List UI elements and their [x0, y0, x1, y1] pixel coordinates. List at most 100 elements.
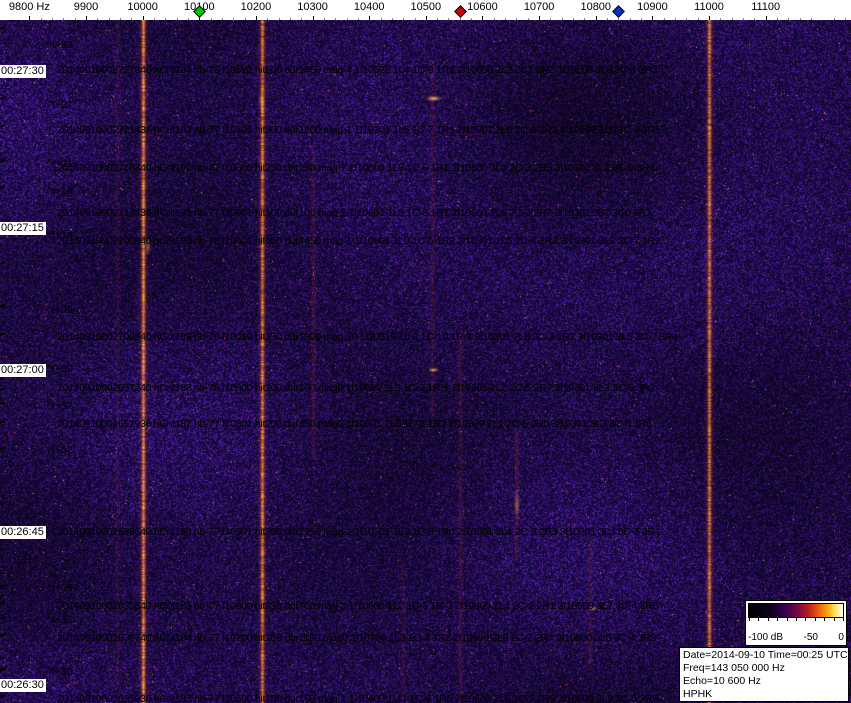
- time-tick-label: 00:27:00: [0, 364, 46, 377]
- db-scale-tick: [805, 618, 807, 621]
- freq-minor-tick: [221, 18, 223, 20]
- freq-tick-label: 10800: [580, 1, 612, 13]
- freq-minor-tick: [165, 18, 167, 20]
- freq-minor-tick: [527, 18, 529, 20]
- db-label-max: 0: [838, 632, 844, 643]
- info-date-time: Date=2014-09-10 Time=00:25 UTC: [683, 649, 848, 661]
- db-scale-ticks: [749, 618, 844, 622]
- freq-minor-tick: [187, 18, 189, 20]
- freq-major-tick: [312, 16, 314, 20]
- freq-major-tick: [142, 16, 144, 20]
- freq-minor-tick: [119, 18, 121, 20]
- db-scale-tick: [786, 618, 788, 621]
- freq-minor-tick: [267, 18, 269, 20]
- freq-tick-label: 10900: [637, 1, 668, 13]
- event-time-tag: ^t+06: [47, 304, 73, 316]
- freq-minor-tick: [448, 18, 450, 20]
- freq-minor-tick: [743, 18, 745, 20]
- detection-record-text: 20140910002630740 hCnt184 nb-77 f10700 h…: [57, 632, 657, 644]
- spectrogram-screen: 9800 Hz990010000101001020010300104001050…: [0, 0, 851, 703]
- time-tick-label: 00:26:45: [0, 526, 46, 539]
- db-scale-tick: [777, 618, 779, 621]
- freq-minor-tick: [357, 18, 359, 20]
- freq-minor-tick: [810, 18, 812, 20]
- event-time-tag: ^t+27: [47, 99, 73, 111]
- freq-tick-label: 11000: [694, 1, 724, 13]
- db-scale-tick: [833, 618, 835, 621]
- time-tick-label: 00:26:30: [0, 679, 46, 692]
- db-scale-tick: [758, 618, 760, 621]
- freq-minor-tick: [97, 18, 99, 20]
- freq-minor-tick: [380, 18, 382, 20]
- detection-record-text: 20140910002727340 hCnt194 nb-76 f10522 h…: [57, 64, 658, 76]
- info-echo-frequency: Echo=10 600 Hz: [683, 675, 761, 687]
- detection-record-text: 20140910002706840 hCnt190 nb-78 f10601 h…: [57, 235, 661, 247]
- freq-minor-tick: [663, 18, 665, 20]
- db-scale-tick: [749, 618, 750, 621]
- db-scale-labels: -100 dB -50 0: [748, 632, 844, 643]
- freq-minor-tick: [40, 18, 42, 20]
- freq-minor-tick: [74, 18, 76, 20]
- detection-record-text: 20140910002652936 hCnt187 nb-77 f10301 h…: [57, 418, 652, 430]
- freq-minor-tick: [686, 18, 688, 20]
- freq-major-tick: [595, 16, 597, 20]
- db-gradient-bar: [748, 603, 844, 618]
- detection-record-text: 20140910002721436 hCnt193 nb-77 f10301 h…: [57, 124, 661, 136]
- detection-record-text: 20140910002657240 hCnt188 nb-78 f10600 h…: [57, 382, 655, 394]
- freq-tick-label: 10700: [523, 1, 555, 13]
- freq-minor-tick: [63, 18, 65, 20]
- freq-major-tick: [369, 16, 371, 20]
- freq-major-tick: [709, 16, 711, 20]
- freq-minor-tick: [176, 18, 178, 20]
- freq-tick-label: 9900: [73, 1, 99, 13]
- freq-minor-tick: [561, 18, 563, 20]
- freq-minor-tick: [607, 18, 609, 20]
- status-info-box: Date=2014-09-10 Time=00:25 UTC Freq=143 …: [679, 647, 849, 702]
- detection-record-text: 20140910002714436 hCnt191 nb-77 f10601 h…: [57, 207, 652, 219]
- freq-major-tick: [765, 16, 767, 20]
- freq-minor-tick: [731, 18, 733, 20]
- freq-minor-tick: [754, 18, 756, 20]
- freq-minor-tick: [720, 18, 722, 20]
- freq-minor-tick: [493, 18, 495, 20]
- freq-tick-label: 10500: [410, 1, 442, 13]
- blue-diamond-marker-icon: [612, 5, 626, 18]
- detection-record-text: 20140910002718840 hCnt192 nb-77 f10600 h…: [57, 162, 655, 174]
- freq-tick-label: 10400: [353, 1, 385, 13]
- db-label-min: -100 dB: [748, 632, 784, 643]
- freq-minor-tick: [844, 18, 846, 20]
- freq-minor-tick: [697, 18, 699, 20]
- event-time-tag: ^t+18: [47, 185, 73, 197]
- freq-major-tick: [255, 16, 257, 20]
- freq-minor-tick: [777, 18, 778, 20]
- freq-major-tick: [652, 16, 654, 20]
- freq-minor-tick: [403, 18, 405, 20]
- time-tick-label: 00:27:15: [0, 222, 46, 235]
- freq-minor-tick: [584, 18, 586, 20]
- info-station-code: HPHK: [683, 688, 713, 700]
- db-scale-tick: [824, 618, 826, 621]
- freq-minor-tick: [550, 18, 552, 20]
- freq-minor-tick: [323, 18, 325, 20]
- freq-tick-label: 10600: [467, 1, 498, 13]
- freq-minor-tick: [573, 18, 575, 20]
- freq-minor-tick: [346, 18, 348, 20]
- db-color-scale: -100 dB -50 0: [745, 600, 847, 646]
- freq-minor-tick: [153, 18, 155, 20]
- freq-major-tick: [86, 16, 87, 20]
- freq-minor-tick: [629, 18, 631, 20]
- info-frequency: Freq=143 050 000 Hz: [683, 662, 785, 674]
- detection-record-text: 20140910002625936 hCnt183 nb-77 f10600 h…: [57, 693, 658, 703]
- event-time-tag: ^t+33: [47, 39, 73, 51]
- freq-major-tick: [539, 16, 541, 20]
- freq-minor-tick: [131, 18, 133, 20]
- freq-minor-tick: [471, 18, 473, 20]
- freq-minor-tick: [675, 18, 677, 20]
- freq-minor-tick: [233, 18, 235, 20]
- freq-major-tick: [482, 16, 484, 20]
- freq-tick-label: 10300: [297, 1, 328, 13]
- freq-major-tick: [29, 16, 31, 20]
- frequency-axis: 9800 Hz990010000101001020010300104001050…: [0, 0, 851, 20]
- freq-minor-tick: [52, 18, 54, 20]
- freq-minor-tick: [210, 18, 212, 20]
